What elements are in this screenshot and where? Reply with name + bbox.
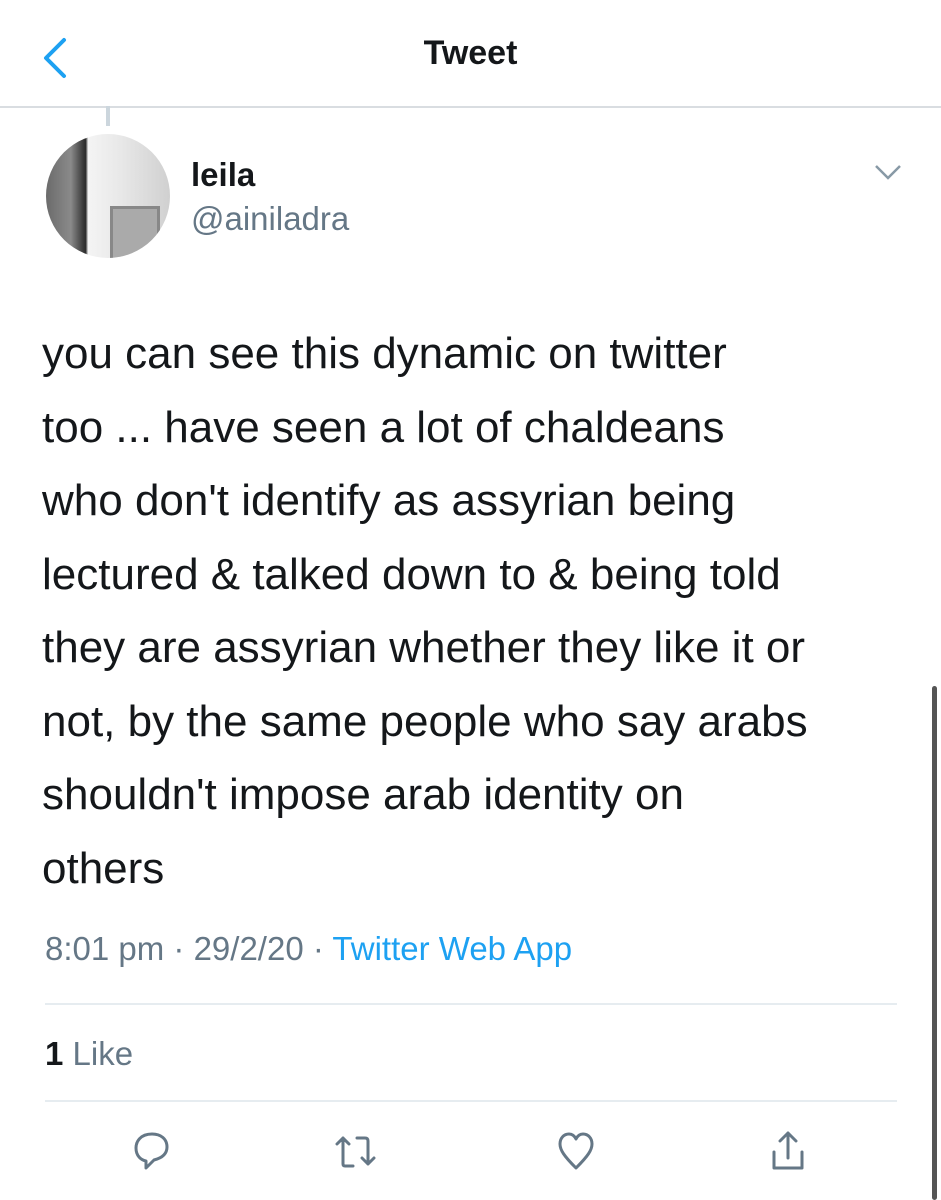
tweet-line: they are assyrian whether they like it o… xyxy=(42,623,806,672)
page-title: Tweet xyxy=(423,34,518,72)
share-icon[interactable] xyxy=(766,1128,810,1176)
tweet-line: others xyxy=(42,843,165,893)
thread-line xyxy=(106,106,110,126)
tweet-meta: 8:01 pm · 29/2/20 · Twitter Web App xyxy=(45,930,573,967)
tweet-source[interactable]: Twitter Web App xyxy=(332,930,572,967)
author-name[interactable]: leila xyxy=(191,156,255,194)
tweet-line: too ... have seen a lot of chaldeans xyxy=(42,402,725,452)
tweet-date: 29/2/20 xyxy=(193,930,304,967)
retweet-icon[interactable] xyxy=(335,1128,379,1176)
scrollbar[interactable] xyxy=(932,686,937,1200)
tweet-line: shouldn't impose arab identity on xyxy=(42,770,684,819)
tweet-text: you can see this dynamic on twitter too … xyxy=(42,317,808,905)
reply-icon[interactable] xyxy=(130,1128,174,1176)
like-count-value: 1 xyxy=(45,1035,64,1072)
divider xyxy=(45,1100,897,1102)
chevron-down-icon[interactable] xyxy=(873,162,903,182)
author-handle[interactable]: @ainiladra xyxy=(191,200,349,238)
likes-count[interactable]: 1 Like xyxy=(45,1035,133,1073)
like-label: Like xyxy=(72,1035,134,1072)
tweet-line: you can see this dynamic on twitter xyxy=(42,329,727,378)
tweet-time: 8:01 pm xyxy=(45,930,165,967)
tweet-line: lectured & talked down to & being told xyxy=(42,549,781,599)
tweet-line: not, by the same people who say arabs xyxy=(42,696,808,746)
divider xyxy=(45,1003,897,1005)
top-bar: Tweet xyxy=(0,0,941,108)
tweet-line: who don't identify as assyrian being xyxy=(42,476,736,525)
avatar[interactable] xyxy=(46,134,170,258)
heart-icon[interactable] xyxy=(554,1128,598,1176)
